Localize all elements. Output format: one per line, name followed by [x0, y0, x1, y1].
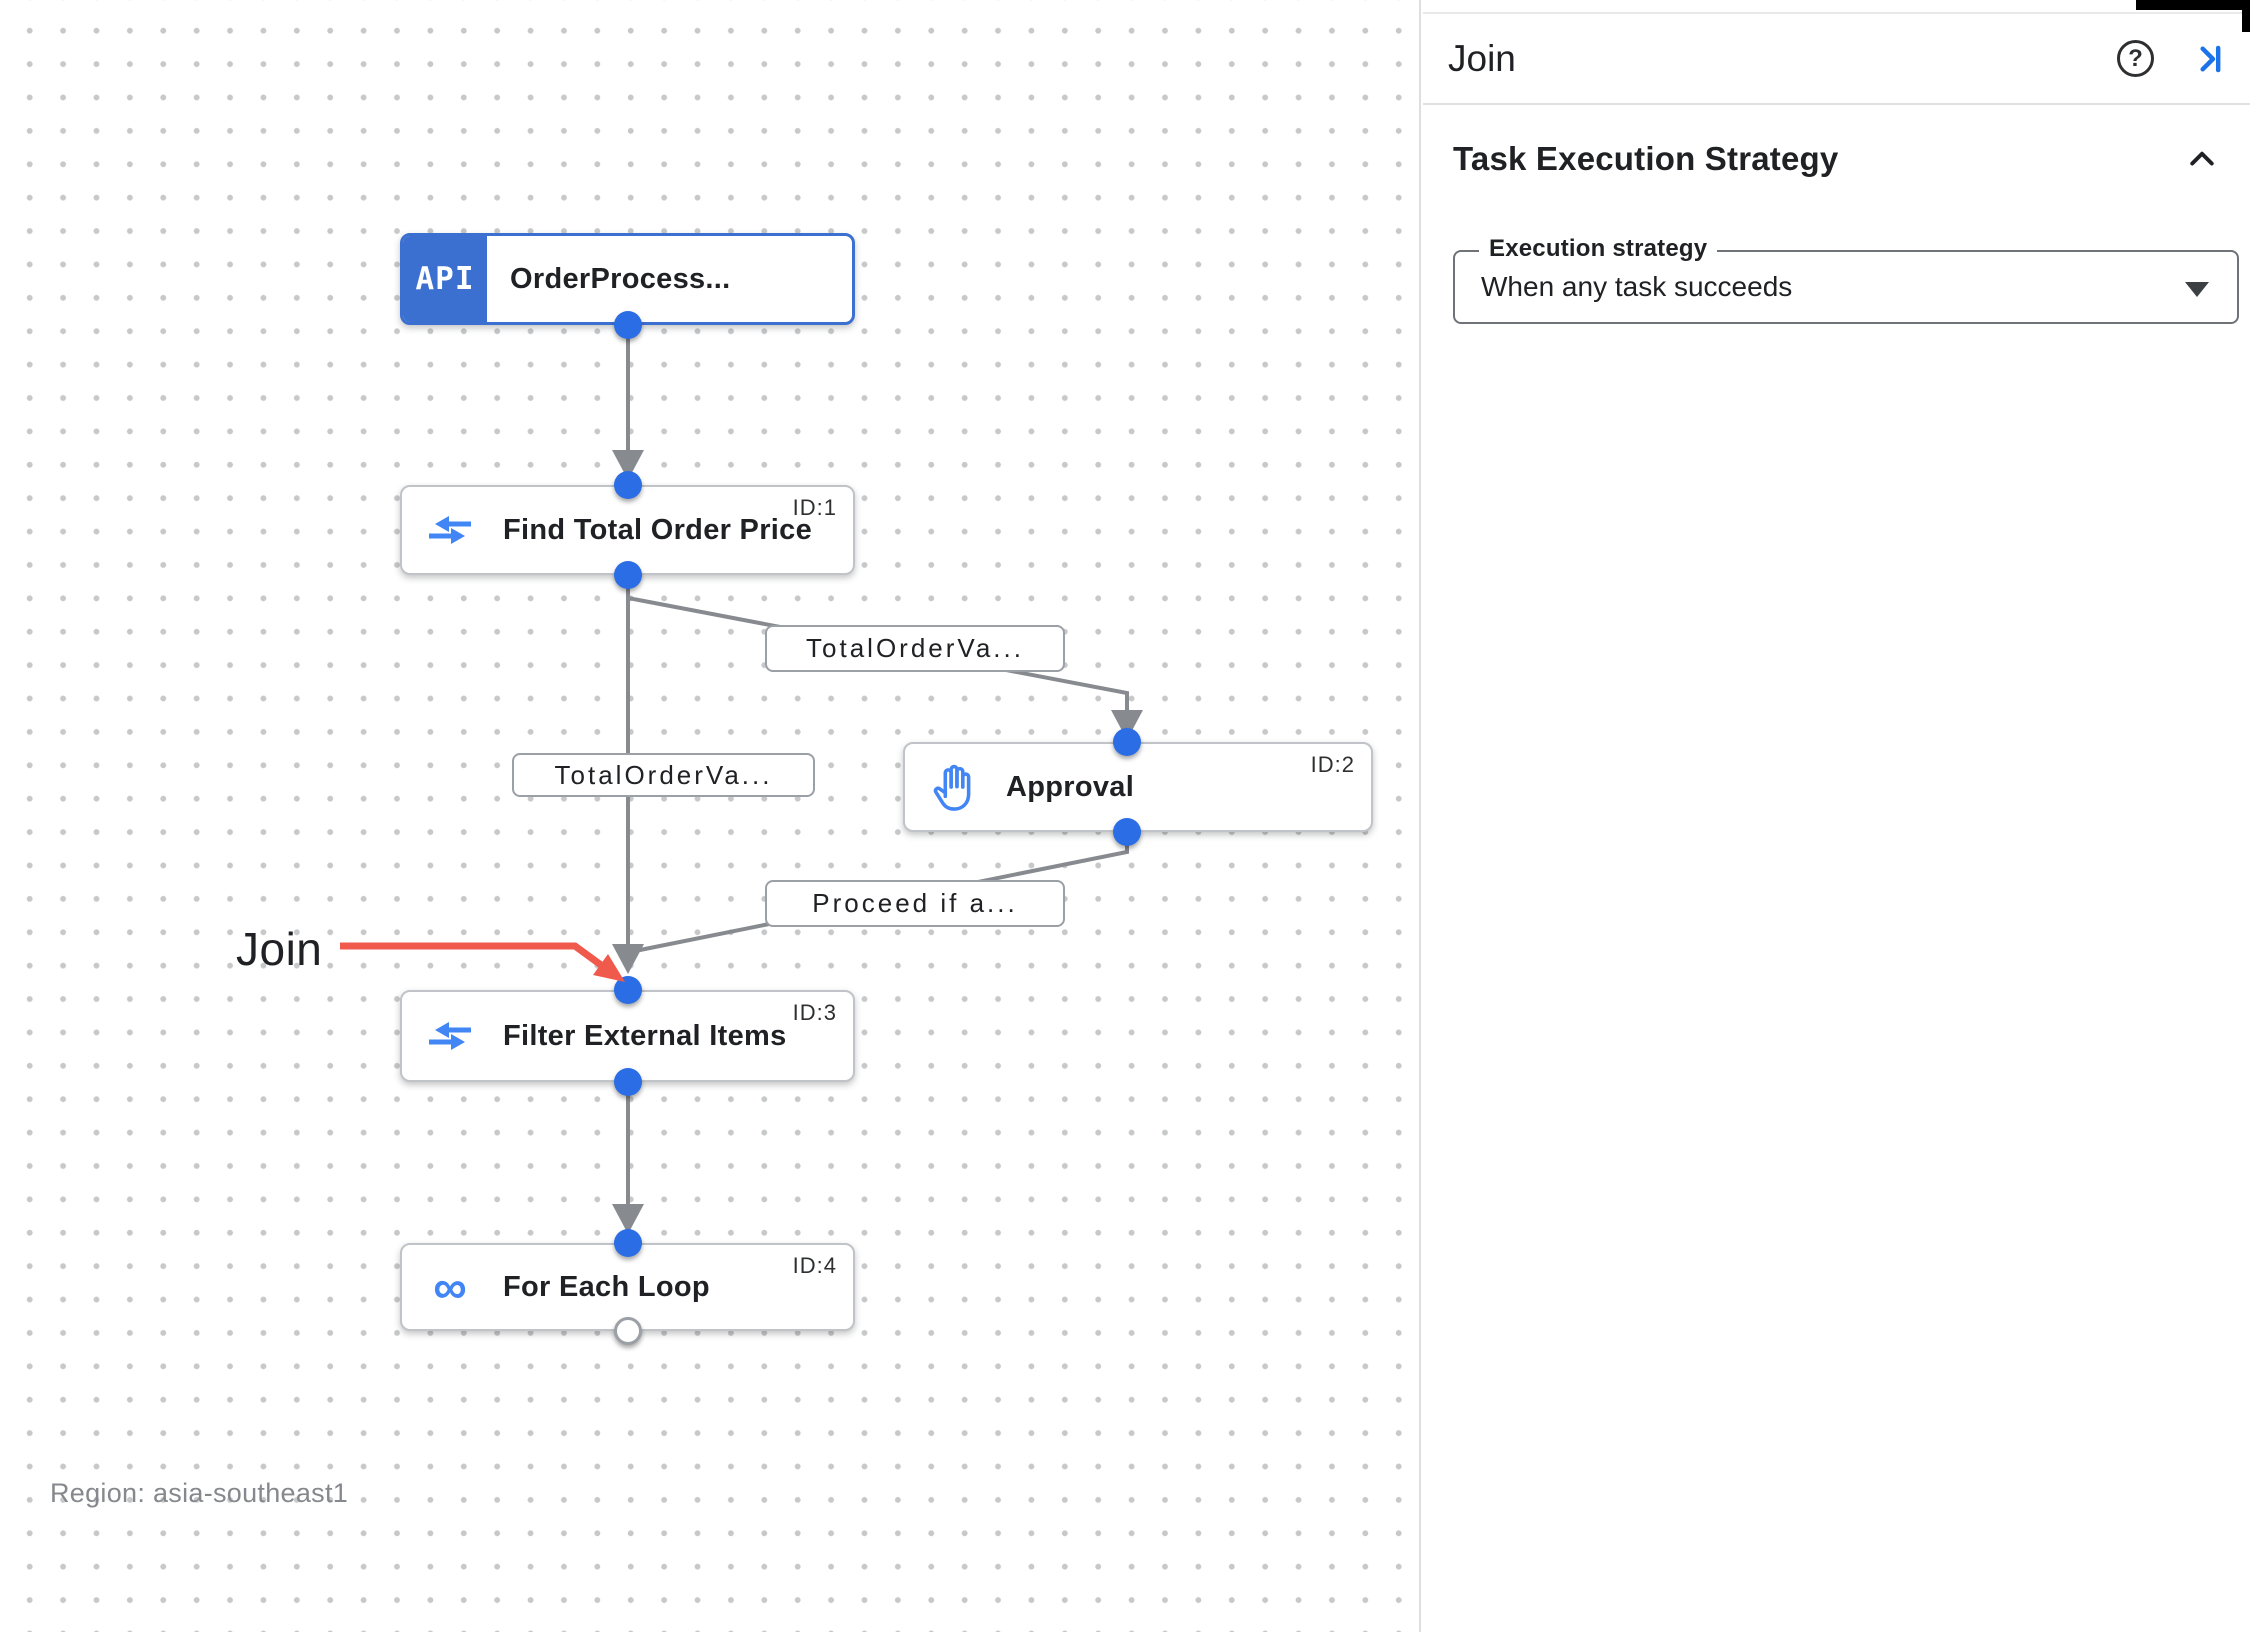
dropdown-caret-icon[interactable] — [2185, 282, 2209, 297]
app-root: API OrderProcess... Find Total Order Pri… — [0, 0, 2250, 1632]
window-edge-artifact — [2136, 0, 2250, 10]
execution-strategy-select[interactable]: Execution strategy When any task succeed… — [1453, 235, 2239, 324]
collapse-panel-icon[interactable] — [2190, 40, 2228, 78]
execution-strategy-label: Execution strategy — [1479, 235, 1718, 263]
execution-strategy-value: When any task succeeds — [1481, 271, 1793, 302]
chevron-up-icon[interactable] — [2184, 141, 2220, 177]
join-annotation-arrow — [340, 942, 625, 982]
panel-title: Join — [1448, 37, 1516, 79]
help-icon[interactable]: ? — [2117, 40, 2154, 77]
section-task-execution-strategy[interactable]: Task Execution Strategy — [1453, 140, 2220, 178]
workflow-canvas[interactable]: API OrderProcess... Find Total Order Pri… — [0, 0, 1421, 1632]
window-edge-artifact-side — [2242, 0, 2250, 32]
config-panel: Join ? Task Execution Strategy Execution… — [1423, 0, 2250, 1632]
panel-header: Join ? — [1423, 14, 2250, 105]
section-title: Task Execution Strategy — [1453, 140, 1839, 177]
